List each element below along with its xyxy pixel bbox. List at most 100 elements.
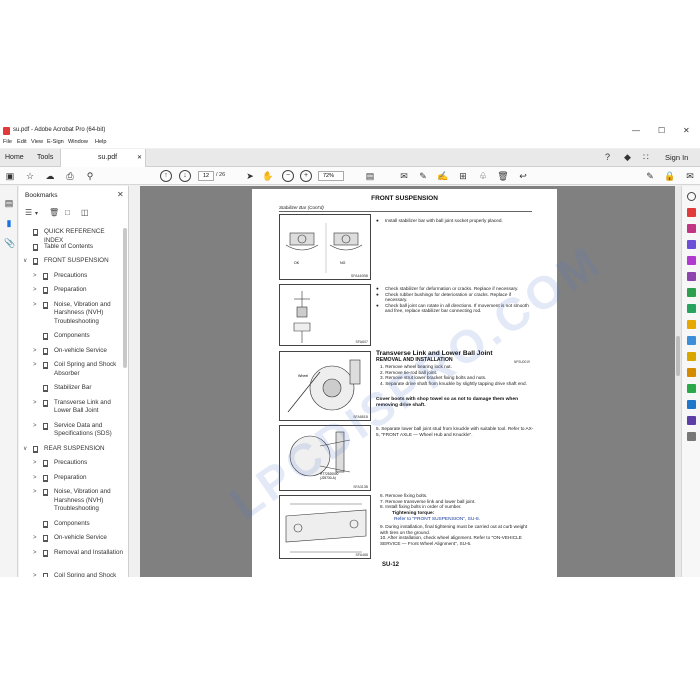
draw-icon[interactable]: ✍ bbox=[437, 170, 449, 182]
menu-esign[interactable]: E-Sign bbox=[47, 139, 64, 145]
scan-ocr-icon[interactable] bbox=[687, 304, 696, 313]
chevron-down-icon[interactable]: ▾ bbox=[35, 210, 38, 217]
close-window-button[interactable]: ✕ bbox=[683, 126, 690, 135]
organize-pages-icon[interactable] bbox=[687, 240, 696, 249]
bookmark-icon bbox=[43, 347, 48, 355]
chevron-right-icon[interactable]: > bbox=[33, 572, 37, 578]
more-tools-icon[interactable] bbox=[687, 432, 696, 441]
comment-tool-icon[interactable] bbox=[687, 352, 696, 361]
comment-icon[interactable]: ✉ bbox=[398, 170, 410, 182]
window-title: su.pdf - Adobe Acrobat Pro (64-bit) bbox=[13, 127, 106, 133]
find-icon[interactable]: ⚲ bbox=[84, 170, 96, 182]
stamp-tool-icon[interactable] bbox=[687, 368, 696, 377]
stamp-icon[interactable]: ♧ bbox=[477, 170, 489, 182]
fill-sign-icon[interactable] bbox=[687, 256, 696, 265]
attachments-icon[interactable]: 📎 bbox=[4, 238, 15, 248]
bookmark-label: Precautions bbox=[54, 271, 88, 279]
options-menu-icon[interactable]: ☰ bbox=[25, 208, 32, 217]
bookmark-label: Precautions bbox=[54, 459, 88, 466]
menu-edit[interactable]: Edit bbox=[17, 139, 27, 145]
next-page-icon[interactable]: ↓ bbox=[179, 170, 191, 182]
tab-home[interactable]: Home bbox=[5, 149, 24, 167]
combine-files-icon[interactable] bbox=[687, 224, 696, 233]
edit-pdf-tool-icon[interactable] bbox=[687, 272, 696, 281]
export-icon[interactable]: ↩ bbox=[517, 170, 529, 182]
sign-in-button[interactable]: Sign In bbox=[665, 149, 688, 167]
page-number-input[interactable]: 12 bbox=[198, 171, 214, 181]
figure-ball-joint: SFA607 bbox=[279, 284, 371, 346]
upload-cloud-icon[interactable]: ☁ bbox=[44, 170, 56, 182]
close-pane-icon[interactable]: ✕ bbox=[117, 190, 124, 199]
chevron-right-icon[interactable]: > bbox=[33, 272, 37, 281]
menu-view[interactable]: View bbox=[31, 139, 43, 145]
bookmarks-panel-icon[interactable]: ▮ bbox=[4, 218, 14, 228]
previous-page-icon[interactable]: ↑ bbox=[160, 170, 172, 182]
page-title: FRONT SUSPENSION bbox=[371, 195, 438, 202]
create-pdf-icon[interactable] bbox=[687, 208, 696, 217]
chevron-right-icon[interactable]: > bbox=[33, 399, 37, 408]
edit-pdf-icon[interactable]: ✎ bbox=[644, 170, 656, 182]
notifications-icon[interactable]: ◆ bbox=[624, 152, 631, 163]
torque-reference-link[interactable]: Refer to "FRONT SUSPENSION", SU-8. bbox=[394, 517, 480, 522]
bookmark-icon bbox=[43, 287, 48, 294]
menu-file[interactable]: File bbox=[3, 139, 12, 145]
certificates-icon[interactable] bbox=[687, 400, 696, 409]
save-icon[interactable]: ▣ bbox=[4, 170, 16, 182]
delete-icon[interactable]: 🗑 bbox=[497, 170, 509, 182]
chevron-right-icon[interactable]: > bbox=[33, 286, 37, 295]
page-display-icon[interactable]: ▤ bbox=[364, 170, 376, 182]
bullet-icon: ● bbox=[376, 218, 379, 223]
zoom-out-icon[interactable]: − bbox=[282, 170, 294, 182]
chevron-right-icon[interactable]: > bbox=[33, 301, 37, 310]
menu-help[interactable]: Help bbox=[95, 139, 107, 145]
navigation-pane-strip: ▤ ▮ 📎 bbox=[0, 186, 18, 577]
search-tools-icon[interactable] bbox=[687, 192, 696, 201]
protect-icon[interactable] bbox=[687, 320, 696, 329]
export-pdf-icon[interactable] bbox=[687, 288, 696, 297]
bookmarks-scrollbar[interactable] bbox=[123, 228, 127, 368]
expand-bookmark-icon[interactable]: ◫ bbox=[81, 208, 89, 217]
maximize-button[interactable]: ☐ bbox=[658, 126, 665, 135]
minimize-button[interactable]: — bbox=[632, 126, 640, 135]
menu-window[interactable]: Window bbox=[68, 139, 88, 145]
bookmark-label: Stabilizer Bar bbox=[54, 384, 92, 391]
chevron-right-icon[interactable]: > bbox=[33, 534, 37, 543]
bookmark-star-icon[interactable]: ☆ bbox=[24, 170, 36, 182]
tab-close-icon[interactable]: ✕ bbox=[137, 149, 142, 167]
hand-tool-icon[interactable]: ✋ bbox=[262, 170, 274, 182]
zoom-in-icon[interactable]: + bbox=[300, 170, 312, 182]
compare-files-icon[interactable] bbox=[687, 384, 696, 393]
document-scroll-thumb[interactable] bbox=[676, 336, 680, 376]
chevron-right-icon[interactable]: > bbox=[33, 549, 37, 558]
page-total: / 26 bbox=[216, 172, 226, 178]
accessibility-icon[interactable] bbox=[687, 416, 696, 425]
chevron-right-icon[interactable]: > bbox=[33, 488, 37, 497]
figure-code: SFA881B bbox=[353, 415, 368, 419]
bookmark-icon bbox=[43, 460, 48, 467]
page-thumbnails-icon[interactable]: ▤ bbox=[4, 198, 14, 208]
share-icon[interactable]: 🔒 bbox=[664, 170, 676, 182]
document-viewport[interactable]: FRONT SUSPENSION Stabilizer Bar (Cont'd)… bbox=[140, 186, 675, 577]
highlight-pen-icon[interactable]: ✎ bbox=[417, 170, 429, 182]
chevron-down-icon[interactable]: ∨ bbox=[23, 445, 27, 454]
tab-document[interactable]: su.pdf ✕ bbox=[60, 149, 146, 167]
chevron-right-icon[interactable]: > bbox=[33, 361, 37, 370]
chevron-right-icon[interactable]: > bbox=[33, 474, 37, 483]
help-icon[interactable]: ? bbox=[605, 152, 610, 162]
title-bar: su.pdf - Adobe Acrobat Pro (64-bit) — ☐ … bbox=[0, 124, 700, 138]
chevron-right-icon[interactable]: > bbox=[33, 347, 37, 356]
chevron-right-icon[interactable]: > bbox=[33, 459, 37, 468]
print-icon[interactable]: ⎙ bbox=[64, 170, 76, 182]
send-review-icon[interactable] bbox=[687, 336, 696, 345]
delete-bookmark-icon[interactable]: 🗑 bbox=[49, 208, 59, 217]
tab-tools[interactable]: Tools bbox=[37, 149, 53, 167]
apps-grid-icon[interactable]: ∷ bbox=[643, 152, 649, 163]
steps-final: 9. During installation, final tightening… bbox=[380, 524, 528, 546]
text-select-icon[interactable]: ⊞ bbox=[457, 170, 469, 182]
share-link-icon[interactable]: ✉ bbox=[684, 170, 696, 182]
chevron-down-icon[interactable]: ∨ bbox=[23, 257, 27, 266]
new-bookmark-icon[interactable]: □ bbox=[65, 208, 70, 217]
select-cursor-icon[interactable]: ➤ bbox=[244, 170, 256, 182]
chevron-right-icon[interactable]: > bbox=[33, 422, 37, 431]
zoom-select[interactable]: 72% bbox=[318, 171, 344, 181]
